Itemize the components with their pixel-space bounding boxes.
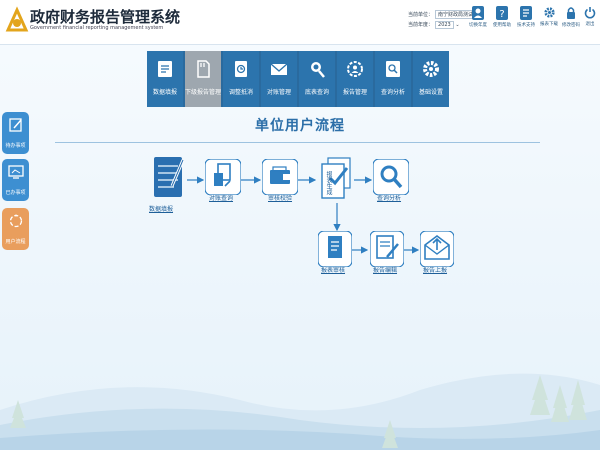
flow-audit-check[interactable]: 审核校验 [261,158,299,202]
flow-gen-report[interactable]: 报表生成 [318,156,354,206]
flow-label: 报告编辑 [373,267,398,274]
flow-label: 报告上报 [423,267,448,274]
landscape-decoration [0,373,600,450]
notebook-icon [154,157,185,197]
flow-label: 数据填报 [149,206,174,213]
flow-label: 报表审核 [321,267,346,274]
flow-report-edit[interactable]: 报告编辑 [369,230,405,274]
reconcile-icon [204,158,242,196]
flow-label: 对账查询 [209,195,234,202]
flow-data-fill[interactable]: 数据填报 [149,156,186,213]
flow-report-submit[interactable]: 报告上报 [419,230,455,274]
flow-report-review[interactable]: 报表审核 [317,230,353,274]
flow-reconcile[interactable]: 对账查询 [204,158,242,202]
document-review-icon [317,230,353,268]
envelope-upload-icon [419,230,455,268]
flow-label: 审核校验 [268,195,293,202]
flow-label: 查询分析 [377,195,402,202]
document-edit-icon [369,230,405,268]
search-icon [372,158,410,196]
flow-label: 报表生成 [325,171,332,195]
wallet-icon [261,158,299,196]
flow-query-analysis[interactable]: 查询分析 [372,158,410,202]
